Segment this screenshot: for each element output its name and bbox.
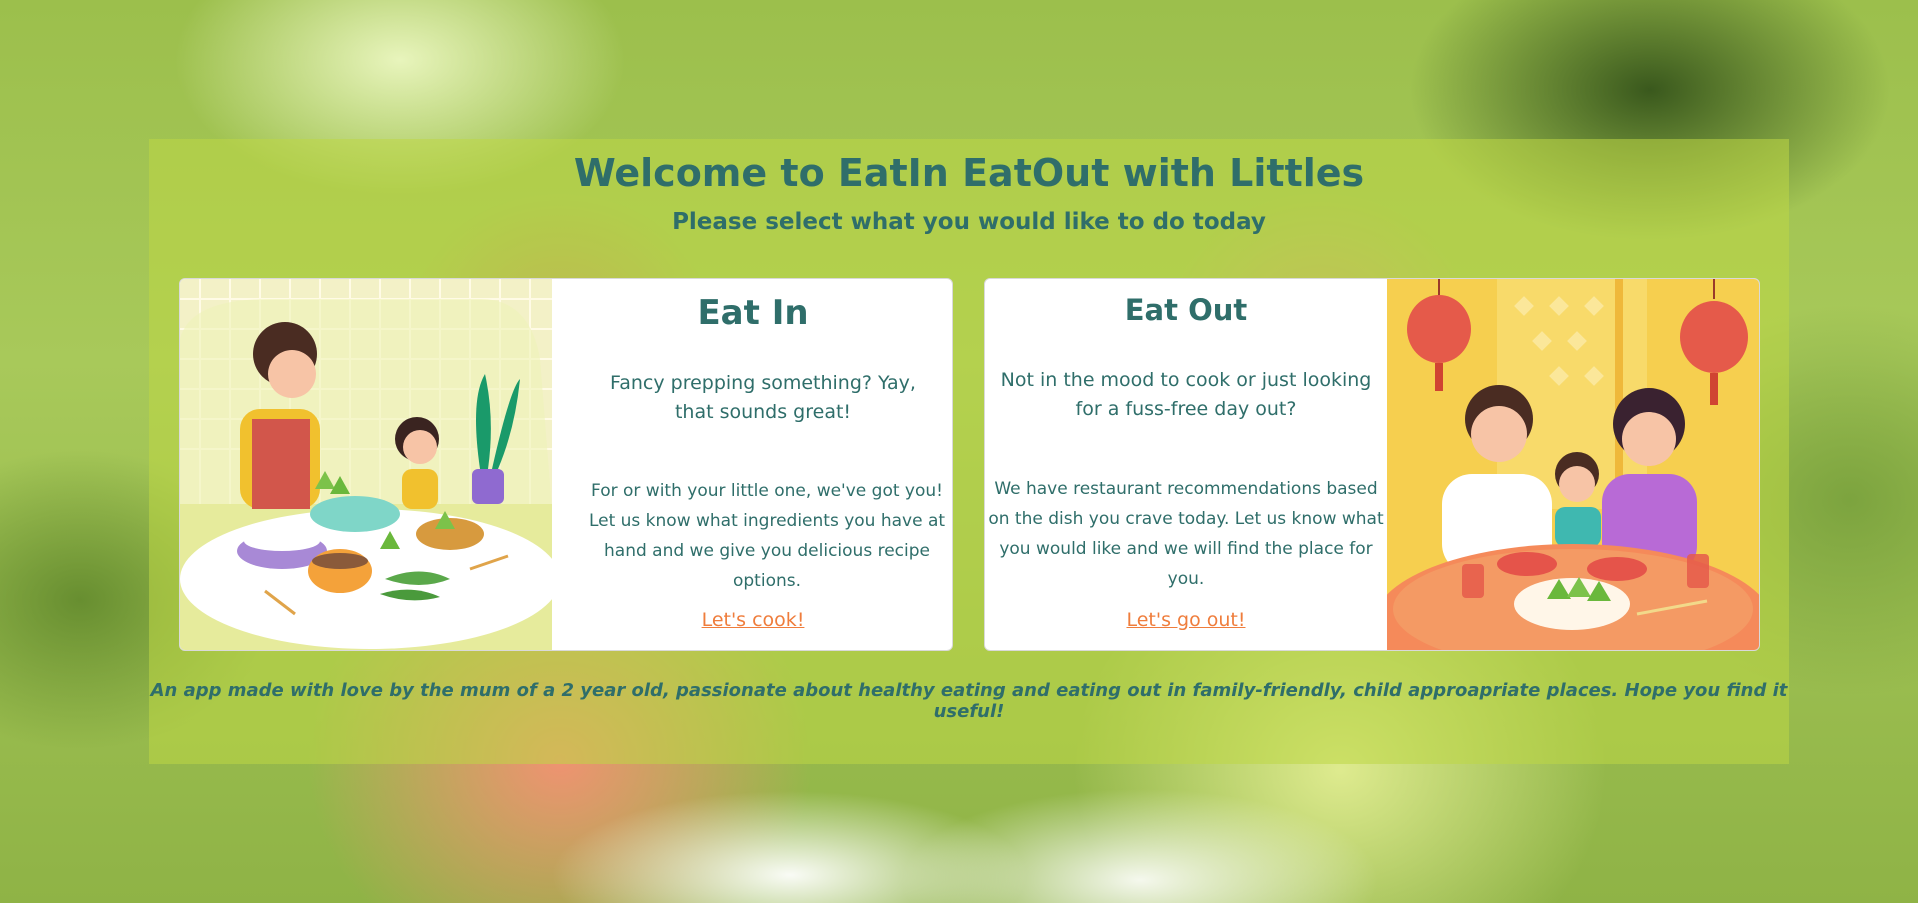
eat-out-content: Eat Out Not in the mood to cook or just …: [985, 279, 1387, 650]
eat-in-description: For or with your little one, we've got y…: [588, 481, 946, 591]
welcome-panel: Welcome to EatIn EatOut with Littles Ple…: [149, 139, 1789, 764]
family-restaurant-illustration: [1387, 279, 1759, 650]
page-title: Welcome to EatIn EatOut with Littles: [573, 151, 1365, 195]
family-cooking-illustration: [180, 279, 552, 650]
page-subtitle: Please select what you would like to do …: [672, 209, 1266, 235]
eat-in-content: Eat In Fancy prepping something? Yay, th…: [552, 279, 952, 650]
eat-in-card: Eat In Fancy prepping something? Yay, th…: [179, 278, 953, 651]
eat-out-description: We have restaurant recommendations based…: [988, 479, 1384, 589]
eat-in-lead: Fancy prepping something? Yay, that soun…: [610, 372, 916, 423]
lets-go-out-link[interactable]: Let's go out!: [985, 609, 1387, 631]
eat-out-title: Eat Out: [1124, 293, 1248, 327]
eat-out-lead: Not in the mood to cook or just looking …: [1000, 369, 1372, 420]
lets-cook-link[interactable]: Let's cook!: [552, 609, 952, 631]
eat-in-title: Eat In: [697, 293, 809, 333]
eat-out-card: Eat Out Not in the mood to cook or just …: [984, 278, 1760, 651]
footer-note: An app made with love by the mum of a 2 …: [150, 680, 1788, 722]
